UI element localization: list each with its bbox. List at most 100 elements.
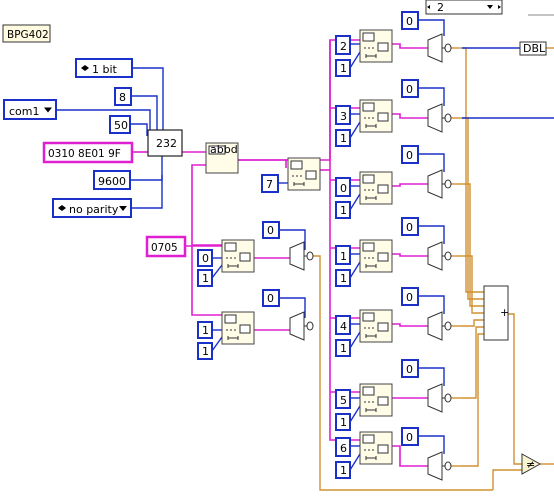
wire xyxy=(418,19,445,36)
channel-3-default-value: 0 xyxy=(406,149,413,162)
wire xyxy=(349,453,361,471)
dbl-tag-text: DBL xyxy=(523,42,546,55)
compound-add-symbol: + xyxy=(500,306,509,319)
channel-7-subset-input-icon xyxy=(362,434,375,444)
wire xyxy=(131,67,164,130)
channel-1-default-value: 0 xyxy=(406,15,413,28)
channel-7-subset-output-icon xyxy=(377,444,389,454)
channel-6-length-value: 1 xyxy=(340,416,347,429)
channel-6-offset-value: 5 xyxy=(340,394,347,407)
com-port-selector-value: com1 xyxy=(9,105,40,118)
channel-6-select[interactable] xyxy=(427,383,443,413)
select-node-a-bool-icon xyxy=(306,251,314,261)
channel-5-default-value: 0 xyxy=(406,291,413,304)
timeout-const-value: 50 xyxy=(114,119,128,132)
channel-2-length-value: 1 xyxy=(340,132,347,145)
wire xyxy=(55,109,151,133)
channel-7-offset-value: 6 xyxy=(340,442,347,455)
subset-b-offset-value: 1 xyxy=(202,324,209,337)
wire xyxy=(131,95,158,130)
channel-4-subset-input-icon xyxy=(362,242,375,252)
channel-4-select-bool-icon xyxy=(444,251,452,261)
subset-count-const-value: 7 xyxy=(266,178,273,191)
case-selector-value: 2 xyxy=(437,1,444,14)
channel-3-subset-input-icon xyxy=(362,174,375,184)
channel-7-select-bool-icon xyxy=(444,461,452,471)
wire xyxy=(130,123,148,136)
channel-1-length-value: 1 xyxy=(340,62,347,75)
select-node-a[interactable] xyxy=(289,241,305,271)
subset-b-length-value: 1 xyxy=(202,345,209,358)
channel-2-default-value: 0 xyxy=(406,83,413,96)
parity-ring-value: no parity xyxy=(69,203,119,216)
data-bits-const-value: 8 xyxy=(119,91,126,104)
channel-3-offset-value: 0 xyxy=(340,182,347,195)
subset-node-b-input-icon xyxy=(224,314,237,324)
wire xyxy=(392,253,428,257)
channel-4-default-value: 0 xyxy=(406,221,413,234)
subset-node-main-output-icon xyxy=(305,170,317,180)
command-string-value: 0310 8E01 9F xyxy=(48,148,121,160)
wire xyxy=(418,153,445,172)
channel-5-select-bool-icon xyxy=(444,321,452,331)
channel-2-offset-value: 3 xyxy=(340,110,347,123)
channel-1-subset-input-icon xyxy=(362,32,375,42)
channel-5-length-value: 1 xyxy=(340,342,347,355)
channel-1-select[interactable] xyxy=(427,33,443,63)
wire xyxy=(392,323,428,327)
channel-3-subset-output-icon xyxy=(377,184,389,194)
wire xyxy=(392,183,428,187)
wire xyxy=(130,155,163,181)
wire xyxy=(418,367,445,386)
wire xyxy=(462,319,484,327)
wire xyxy=(211,336,223,352)
stop-bits-ring-value: 1 bit xyxy=(92,63,118,76)
match-pattern-string-value: 0705 xyxy=(151,242,178,254)
channel-5-select[interactable] xyxy=(427,311,443,341)
channel-7-length-value: 1 xyxy=(340,464,347,477)
channel-6-select-bool-icon xyxy=(444,393,452,403)
select-node-b[interactable] xyxy=(289,311,305,341)
channel-3-select[interactable] xyxy=(427,169,443,199)
channel-1-select-bool-icon xyxy=(444,43,452,53)
wire xyxy=(238,159,287,168)
channel-1-offset-value: 2 xyxy=(340,40,347,53)
wire xyxy=(211,264,223,279)
baud-rate-const-value: 9600 xyxy=(98,175,126,188)
subset-a-offset-value: 0 xyxy=(202,252,209,265)
channel-7-select[interactable] xyxy=(427,451,443,481)
select-node-b-bool-icon xyxy=(306,321,314,331)
wire xyxy=(508,313,522,465)
channel-4-subset-output-icon xyxy=(377,252,389,262)
wire xyxy=(462,333,484,467)
select-a-default-value: 0 xyxy=(267,224,274,237)
wire xyxy=(349,193,361,211)
wire xyxy=(462,326,484,399)
subset-node-main-input-icon xyxy=(290,160,303,170)
wire xyxy=(349,51,361,69)
nodes xyxy=(2,0,554,481)
wire xyxy=(418,87,445,106)
channel-6-subset-output-icon xyxy=(377,396,389,406)
channel-2-subset-output-icon xyxy=(377,112,389,122)
subset-node-a-input-icon xyxy=(224,242,237,252)
wire xyxy=(349,121,361,139)
channel-4-select[interactable] xyxy=(427,241,443,271)
channel-4-length-value: 1 xyxy=(340,272,347,285)
channel-4-offset-value: 1 xyxy=(340,250,347,263)
channel-5-subset-output-icon xyxy=(377,322,389,332)
subset-node-a-output-icon xyxy=(239,252,251,262)
wire xyxy=(329,40,360,441)
channel-7-default-value: 0 xyxy=(406,431,413,444)
search-string-icon-text: abbd xyxy=(210,143,238,156)
wire xyxy=(418,435,445,454)
wire xyxy=(392,445,428,467)
channel-2-select-bool-icon xyxy=(444,113,452,123)
wire xyxy=(418,295,445,314)
subset-node-b-output-icon xyxy=(239,324,251,334)
channel-5-subset-input-icon xyxy=(362,312,375,322)
block-diagram: { "diagram": { "label": "BPG402", "seria… xyxy=(0,0,554,503)
wire xyxy=(392,43,428,49)
channel-5-offset-value: 4 xyxy=(340,320,347,333)
channel-2-select[interactable] xyxy=(427,103,443,133)
